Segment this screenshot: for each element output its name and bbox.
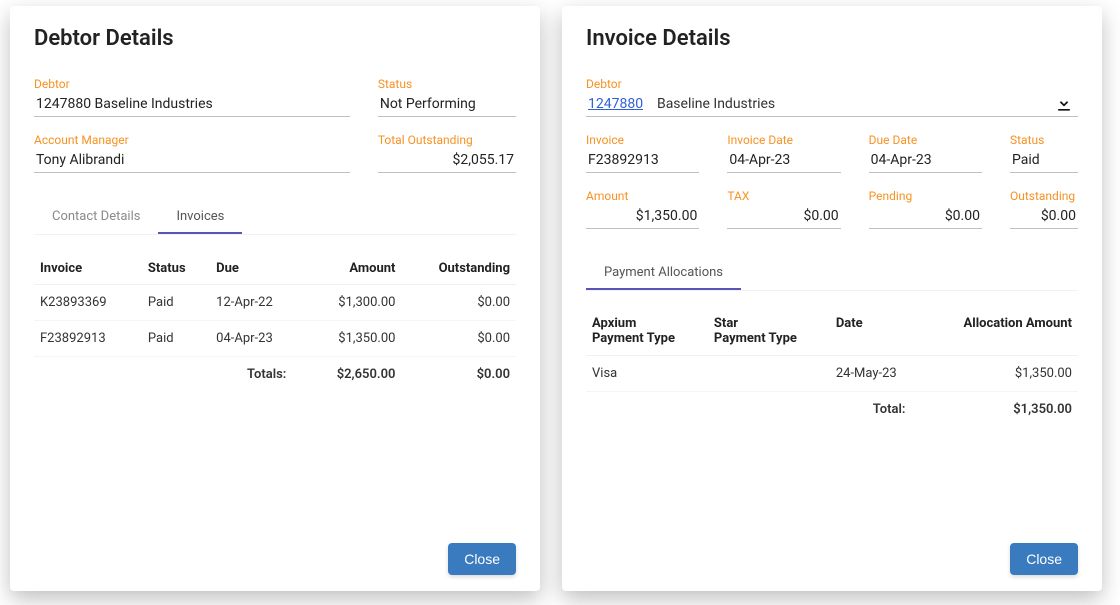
cell-outstanding: $0.00	[401, 321, 516, 357]
cell-alloc-amount: $1,350.00	[923, 355, 1078, 391]
table-row[interactable]: F23892913 Paid 04-Apr-23 $1,350.00 $0.00	[34, 321, 516, 357]
label-status: Status	[378, 77, 516, 91]
tab-contact-details[interactable]: Contact Details	[34, 199, 158, 234]
tab-invoices[interactable]: Invoices	[158, 199, 242, 234]
label-amount: Amount	[586, 189, 699, 203]
col-amount: Amount	[304, 253, 401, 285]
col-status: Status	[142, 253, 210, 285]
label-debtor: Debtor	[586, 77, 1078, 91]
invoice-details-title: Invoice Details	[586, 26, 1078, 51]
label-account-manager: Account Manager	[34, 133, 350, 147]
cell-star-type	[708, 355, 830, 391]
table-row[interactable]: Visa 24-May-23 $1,350.00	[586, 355, 1078, 391]
field-status: Paid	[1010, 149, 1078, 173]
col-invoice: Invoice	[34, 253, 142, 285]
field-debtor: 1247880 Baseline Industries	[34, 93, 350, 117]
field-debtor: 1247880 Baseline Industries	[586, 93, 1078, 117]
field-invoice: F23892913	[586, 149, 699, 173]
label-due-date: Due Date	[869, 133, 982, 147]
col-alloc-amount: Allocation Amount	[923, 309, 1078, 355]
invoices-table: Invoice Status Due Amount Outstanding K2…	[34, 253, 516, 392]
download-icon[interactable]	[1054, 94, 1074, 118]
col-outstanding: Outstanding	[401, 253, 516, 285]
debtor-tabs: Contact Details Invoices	[34, 199, 516, 235]
field-status: Not Performing	[378, 93, 516, 117]
label-outstanding: Outstanding	[1010, 189, 1078, 203]
debtor-details-title: Debtor Details	[34, 26, 516, 51]
cell-status: Paid	[142, 285, 210, 321]
label-tax: TAX	[727, 189, 840, 203]
col-date: Date	[830, 309, 924, 355]
close-button[interactable]: Close	[1010, 543, 1078, 575]
col-star-type: Star Payment Type	[708, 309, 830, 355]
totals-label: Totals:	[210, 357, 304, 393]
field-total-outstanding: $2,055.17	[378, 149, 516, 173]
col-due: Due	[210, 253, 304, 285]
field-due-date: 04-Apr-23	[869, 149, 982, 173]
col-apxium-type: Apxium Payment Type	[586, 309, 708, 355]
field-account-manager: Tony Alibrandi	[34, 149, 350, 173]
cell-invoice: K23893369	[34, 285, 142, 321]
field-invoice-date: 04-Apr-23	[727, 149, 840, 173]
label-invoice-date: Invoice Date	[727, 133, 840, 147]
cell-apxium-type: Visa	[586, 355, 708, 391]
total-amount: $1,350.00	[923, 391, 1078, 427]
debtor-name: Baseline Industries	[657, 96, 775, 112]
totals-amount: $2,650.00	[304, 357, 401, 393]
allocations-table: Apxium Payment Type Star Payment Type Da…	[586, 309, 1078, 427]
debtor-code-link[interactable]: 1247880	[588, 96, 643, 112]
label-invoice: Invoice	[586, 133, 699, 147]
cell-due: 12-Apr-22	[210, 285, 304, 321]
cell-amount: $1,350.00	[304, 321, 401, 357]
cell-outstanding: $0.00	[401, 285, 516, 321]
close-button[interactable]: Close	[448, 543, 516, 575]
label-pending: Pending	[869, 189, 982, 203]
totals-outstanding: $0.00	[401, 357, 516, 393]
invoice-details-dialog: Invoice Details Debtor 1247880 Baseline …	[562, 6, 1102, 591]
table-row[interactable]: K23893369 Paid 12-Apr-22 $1,300.00 $0.00	[34, 285, 516, 321]
debtor-details-dialog: Debtor Details Debtor 1247880 Baseline I…	[10, 6, 540, 591]
cell-amount: $1,300.00	[304, 285, 401, 321]
field-pending: $0.00	[869, 205, 982, 229]
invoice-tabs: Payment Allocations	[586, 255, 1078, 291]
label-status: Status	[1010, 133, 1078, 147]
label-debtor: Debtor	[34, 77, 350, 91]
tab-payment-allocations[interactable]: Payment Allocations	[586, 255, 741, 290]
field-tax: $0.00	[727, 205, 840, 229]
cell-status: Paid	[142, 321, 210, 357]
cell-invoice: F23892913	[34, 321, 142, 357]
total-label: Total:	[830, 391, 924, 427]
cell-due: 04-Apr-23	[210, 321, 304, 357]
field-outstanding: $0.00	[1010, 205, 1078, 229]
label-total-outstanding: Total Outstanding	[378, 133, 516, 147]
cell-date: 24-May-23	[830, 355, 924, 391]
field-amount: $1,350.00	[586, 205, 699, 229]
